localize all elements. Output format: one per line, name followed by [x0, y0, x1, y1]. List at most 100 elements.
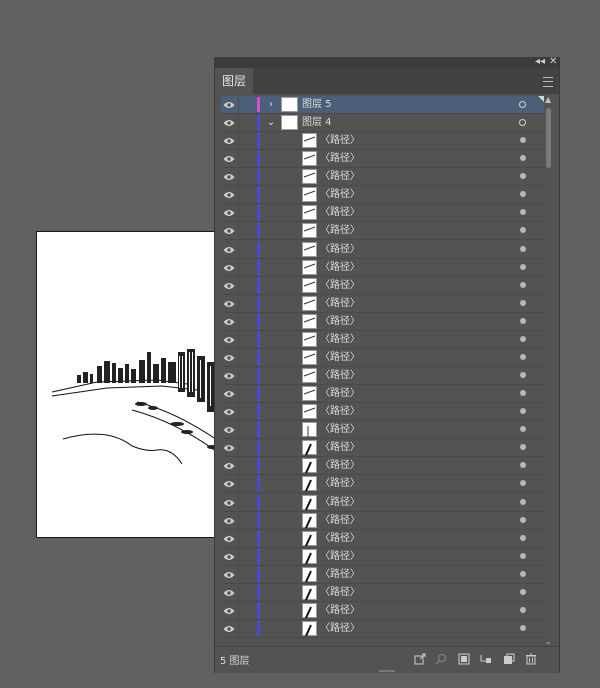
- path-row[interactable]: 〈路径〉: [221, 150, 544, 169]
- visibility-eye-icon[interactable]: [221, 457, 239, 475]
- path-name[interactable]: 〈路径〉: [320, 584, 360, 601]
- visibility-eye-icon[interactable]: [221, 565, 239, 583]
- visibility-eye-icon[interactable]: [221, 601, 239, 619]
- path-name[interactable]: 〈路径〉: [320, 512, 360, 529]
- lock-toggle[interactable]: [239, 457, 258, 475]
- target-circle-icon[interactable]: [520, 173, 526, 180]
- visibility-eye-icon[interactable]: [221, 367, 239, 385]
- path-row[interactable]: 〈路径〉: [221, 601, 544, 620]
- path-name[interactable]: 〈路径〉: [320, 475, 360, 492]
- path-name[interactable]: 〈路径〉: [320, 241, 360, 258]
- visibility-eye-icon[interactable]: [221, 132, 239, 150]
- path-name[interactable]: 〈路径〉: [320, 385, 360, 402]
- visibility-eye-icon[interactable]: [221, 258, 239, 276]
- path-name[interactable]: 〈路径〉: [320, 295, 360, 312]
- target-circle-icon[interactable]: [520, 462, 526, 469]
- lock-toggle[interactable]: [239, 620, 258, 638]
- resize-grip[interactable]: [379, 670, 395, 672]
- new-sublayer-icon[interactable]: [480, 653, 492, 665]
- visibility-eye-icon[interactable]: [221, 511, 239, 529]
- tab-layers[interactable]: 图层: [215, 68, 253, 94]
- path-row[interactable]: 〈路径〉: [221, 403, 544, 422]
- lock-toggle[interactable]: [239, 367, 258, 385]
- lock-toggle[interactable]: [239, 475, 258, 493]
- target-circle-icon[interactable]: [520, 137, 526, 144]
- target-circle-icon[interactable]: [520, 408, 526, 415]
- lock-toggle[interactable]: [239, 403, 258, 421]
- path-name[interactable]: 〈路径〉: [320, 602, 360, 619]
- path-row[interactable]: 〈路径〉: [221, 186, 544, 205]
- path-row[interactable]: 〈路径〉: [221, 294, 544, 313]
- lock-toggle[interactable]: [239, 150, 258, 168]
- trash-icon[interactable]: [525, 653, 537, 665]
- visibility-eye-icon[interactable]: [221, 276, 239, 294]
- new-layer-icon[interactable]: [503, 653, 515, 665]
- target-circle-icon[interactable]: [520, 625, 526, 632]
- path-row[interactable]: 〈路径〉: [221, 276, 544, 295]
- target-circle-icon[interactable]: [520, 498, 526, 505]
- target-circle-icon[interactable]: [520, 209, 526, 216]
- lock-toggle[interactable]: [239, 493, 258, 511]
- visibility-eye-icon[interactable]: [221, 96, 239, 113]
- path-name[interactable]: 〈路径〉: [320, 457, 360, 474]
- collapse-icon[interactable]: ◂◂: [535, 55, 545, 69]
- visibility-eye-icon[interactable]: [221, 186, 239, 204]
- lock-toggle[interactable]: [239, 511, 258, 529]
- path-row[interactable]: 〈路径〉: [221, 511, 544, 530]
- path-name[interactable]: 〈路径〉: [320, 349, 360, 366]
- path-row[interactable]: 〈路径〉: [221, 385, 544, 404]
- path-row[interactable]: 〈路径〉: [221, 457, 544, 476]
- target-circle-icon[interactable]: [520, 335, 526, 342]
- layer-row[interactable]: › 图层 5: [221, 96, 544, 114]
- target-circle-icon[interactable]: [520, 606, 526, 613]
- lock-toggle[interactable]: [239, 529, 258, 547]
- target-circle-icon[interactable]: [520, 390, 526, 397]
- path-name[interactable]: 〈路径〉: [320, 222, 360, 239]
- target-circle-icon[interactable]: [519, 119, 526, 127]
- visibility-eye-icon[interactable]: [221, 439, 239, 457]
- lock-toggle[interactable]: [239, 294, 258, 312]
- scroll-up-icon[interactable]: ▲: [545, 96, 551, 104]
- lock-toggle[interactable]: [239, 168, 258, 186]
- visibility-eye-icon[interactable]: [221, 240, 239, 258]
- target-circle-icon[interactable]: [520, 480, 526, 487]
- visibility-eye-icon[interactable]: [221, 294, 239, 312]
- target-circle-icon[interactable]: [520, 552, 526, 559]
- path-name[interactable]: 〈路径〉: [320, 421, 360, 438]
- path-name[interactable]: 〈路径〉: [320, 150, 360, 167]
- visibility-eye-icon[interactable]: [221, 204, 239, 222]
- lock-toggle[interactable]: [239, 222, 258, 240]
- target-circle-icon[interactable]: [520, 281, 526, 288]
- target-circle-icon[interactable]: [520, 534, 526, 541]
- path-name[interactable]: 〈路径〉: [320, 132, 360, 149]
- path-name[interactable]: 〈路径〉: [320, 277, 360, 294]
- visibility-eye-icon[interactable]: [221, 620, 239, 638]
- lock-toggle[interactable]: [239, 96, 258, 113]
- path-name[interactable]: 〈路径〉: [320, 331, 360, 348]
- target-circle-icon[interactable]: [520, 588, 526, 595]
- path-row[interactable]: 〈路径〉: [221, 620, 544, 639]
- visibility-eye-icon[interactable]: [221, 421, 239, 439]
- visibility-eye-icon[interactable]: [221, 114, 239, 132]
- visibility-eye-icon[interactable]: [221, 348, 239, 366]
- visibility-eye-icon[interactable]: [221, 529, 239, 547]
- target-circle-icon[interactable]: [520, 155, 526, 162]
- path-row[interactable]: 〈路径〉: [221, 330, 544, 349]
- path-row[interactable]: 〈路径〉: [221, 168, 544, 187]
- target-circle-icon[interactable]: [520, 444, 526, 451]
- path-row[interactable]: 〈路径〉: [221, 258, 544, 277]
- lock-toggle[interactable]: [239, 565, 258, 583]
- path-row[interactable]: 〈路径〉: [221, 439, 544, 458]
- path-row[interactable]: 〈路径〉: [221, 529, 544, 548]
- path-row[interactable]: 〈路径〉: [221, 240, 544, 259]
- path-name[interactable]: 〈路径〉: [320, 620, 360, 637]
- lock-toggle[interactable]: [239, 258, 258, 276]
- layer-row[interactable]: ⌄ 图层 4: [221, 114, 544, 133]
- visibility-eye-icon[interactable]: [221, 330, 239, 348]
- visibility-eye-icon[interactable]: [221, 583, 239, 601]
- path-row[interactable]: 〈路径〉: [221, 348, 544, 367]
- clipping-mask-icon[interactable]: [458, 653, 470, 665]
- lock-toggle[interactable]: [239, 114, 258, 132]
- scrollbar[interactable]: ▲ ⌄: [544, 96, 554, 646]
- panel-title-bar[interactable]: ◂◂ ✕: [215, 55, 559, 69]
